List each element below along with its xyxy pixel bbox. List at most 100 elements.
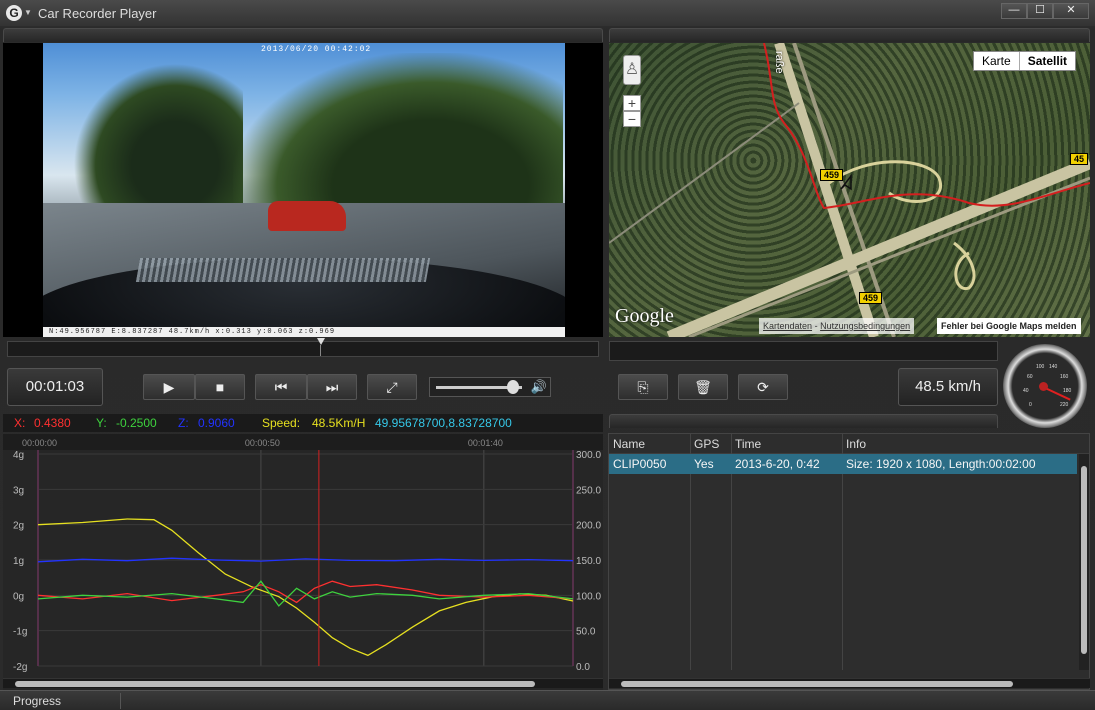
terms-link[interactable]: Nutzungsbedingungen [820,321,910,331]
time-tick-label: 00:00:50 [245,438,280,448]
video-panel-header [3,28,603,42]
svg-text:180: 180 [1063,388,1072,394]
graph-horizontal-scrollbar[interactable] [3,678,603,688]
video-player[interactable]: 2013/06/20 00:42:02 N:49.956787 E:8.8372… [3,43,603,337]
previous-clip-button[interactable]: ⏮ [255,374,307,400]
status-bar: Progress [0,690,1095,710]
seek-bar[interactable] [7,338,599,357]
speed-label: Speed: [262,416,301,430]
clip-list: Name GPS Time Info CLIP0050 Yes 2013-6-2… [608,433,1090,690]
map-controls: ♙ + − [623,55,641,127]
right-axis-tick-label: 0.0 [576,662,590,673]
clip-list-header: Name GPS Time Info [609,434,1089,454]
zoom-out-button[interactable]: − [623,111,641,127]
clip-list-horizontal-scrollbar[interactable] [609,678,1090,688]
gps-coordinates: 49.95678700,8.83728700 [375,416,512,430]
left-axis-tick-label: 3g [13,485,24,496]
column-header-info[interactable]: Info [842,434,866,454]
map-type-satellit[interactable]: Satellit [1018,52,1076,70]
series-line-3 [37,580,574,607]
column-header-name[interactable]: Name [609,434,645,454]
seek-handle[interactable] [316,338,325,345]
next-clip-button[interactable]: ⏭ [307,374,357,400]
stop-button[interactable]: ■ [195,374,245,400]
right-axis-tick-label: 150.0 [576,556,601,567]
route-shield: 459 [820,169,844,181]
volume-slider[interactable]: 🔊 [429,377,551,397]
sensor-graph[interactable]: 00:00:00 00:00:50 00:01:40 4g 3g 2g 1g 0g -1g -2g… [3,434,603,690]
time-tick-label: 00:00:00 [22,438,57,448]
series-line-0 [37,518,574,657]
route-shield: 459 [859,292,883,304]
trash-icon: 🗑 [694,379,712,395]
clip-row[interactable]: CLIP0050 Yes 2013-6-20, 0:42 Size: 1920 … [609,454,1077,474]
status-text: Progress [13,694,62,708]
svg-text:60: 60 [1027,374,1033,380]
fullscreen-icon: ⤢ [386,379,398,395]
app-logo-icon[interactable]: G [6,5,22,21]
speed-value: 48.5Km/H [312,416,366,430]
left-axis-tick-label: -1g [13,627,27,638]
column-header-gps[interactable]: GPS [690,434,719,454]
skip-forward-icon: ⏭ [325,379,339,395]
z-axis-value: 0.9060 [198,416,235,430]
clip-list-scroll-thumb[interactable] [1081,466,1087,654]
left-axis-tick-label: -2g [13,662,27,673]
clip-list-header-strip [609,414,998,428]
svg-text:160: 160 [1060,374,1069,380]
map-panel-header [609,28,1090,42]
map-attribution: Kartendaten - Nutzungsbedingungen [759,318,915,334]
delete-button[interactable]: 🗑 [678,374,728,400]
svg-text:0: 0 [1029,402,1032,408]
app-menu-chevron-icon[interactable]: ▼ [24,8,32,17]
play-icon: ▶ [163,379,175,395]
clip-info: Size: 1920 x 1080, Length:00:02:00 [846,457,1036,471]
series-line-2 [37,580,574,604]
map-type-toggle: Karte Satellit [973,51,1077,71]
column-header-time[interactable]: Time [731,434,761,454]
sensor-readout: X: 0.4380 Y: -0.2500 Z: 0.9060 Speed: 48… [3,414,603,432]
right-axis-tick-label: 300.0 [576,450,601,461]
minimize-button[interactable]: — [1001,3,1027,19]
stop-icon: ■ [215,379,225,395]
video-timestamp: 2013/06/20 00:42:02 [261,45,372,54]
svg-text:140: 140 [1049,364,1058,370]
map-data-link[interactable]: Kartendaten [763,321,812,331]
graph-scroll-thumb[interactable] [15,681,535,687]
window-title: Car Recorder Player [38,6,157,21]
left-axis-tick-label: 0g [13,591,24,602]
right-axis-tick-label: 200.0 [576,521,601,532]
right-axis-tick-label: 250.0 [576,485,601,496]
speaker-icon[interactable]: 🔊 [529,378,549,396]
x-axis-label: X: [14,416,26,430]
fullscreen-button[interactable]: ⤢ [367,374,417,400]
svg-text:220: 220 [1060,402,1069,408]
street-view-pegman-icon[interactable]: ♙ [623,55,641,85]
sensor-chart: 00:00:00 00:00:50 00:01:40 4g 3g 2g 1g 0g -1g -2g… [3,434,603,673]
clip-list-hscroll-thumb[interactable] [621,681,1013,687]
zoom-in-button[interactable]: + [623,95,641,111]
close-button[interactable]: ✕ [1053,3,1089,19]
z-axis-label: Z: [178,416,189,430]
left-axis-tick-label: 1g [13,556,24,567]
speedometer-gauge: 0 40 60 100 140 160 180 220 [1003,344,1087,428]
refresh-icon: ⟳ [757,379,769,395]
skip-back-icon: ⏮ [274,379,288,395]
maximize-button[interactable]: ☐ [1027,3,1053,19]
map-roads [609,43,1090,337]
route-shield: 45 [1070,153,1089,165]
clip-list-vertical-scrollbar[interactable] [1079,454,1089,670]
refresh-button[interactable]: ⟳ [738,374,788,400]
play-button[interactable]: ▶ [143,374,195,400]
elapsed-time-display: 00:01:03 [7,368,103,406]
map-view[interactable]: ♙ + − Karte Satellit raße 459 45 459 Goo… [609,43,1090,337]
report-error-link[interactable]: Fehler bei Google Maps melden [937,318,1081,334]
map-type-karte[interactable]: Karte [974,52,1019,70]
export-button[interactable]: ⎘ [618,374,668,400]
volume-handle[interactable] [507,380,520,394]
speed-display: 48.5 km/h [898,368,998,406]
time-tick-label: 00:01:40 [468,438,503,448]
title-bar: G ▼ Car Recorder Player — ☐ ✕ [0,0,1095,26]
export-icon: ⎘ [637,379,649,395]
left-axis-tick-label: 2g [13,521,24,532]
